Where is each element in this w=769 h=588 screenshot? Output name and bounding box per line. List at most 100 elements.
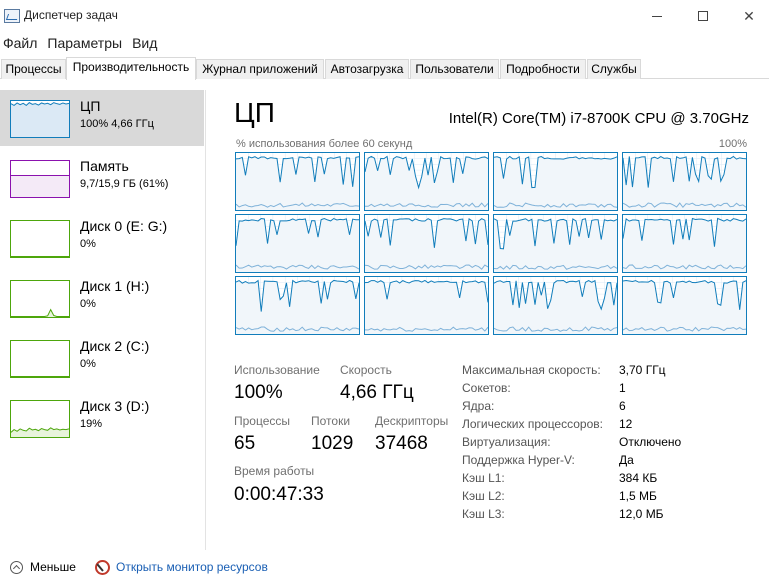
cpu-core-graph [493,214,618,273]
menu-options[interactable]: Параметры [43,32,128,54]
spec-value: 1 [619,381,626,395]
cpu-core-svg [494,277,617,334]
menu-view[interactable]: Вид [128,32,163,54]
tab-users[interactable]: Пользователи [410,59,499,79]
cpu-core-svg [236,277,359,334]
chevron-up-icon[interactable] [10,561,23,574]
graph-caption: % использования более 60 секунд [236,138,413,150]
cpu-core-graphs[interactable] [235,152,748,338]
spec-value: 12,0 МБ [619,507,664,521]
spec-label: Логических процессоров: [462,417,603,431]
menu-bar: Файл Параметры Вид [0,32,163,54]
trace-area [236,218,359,272]
speed-label: Скорость [340,363,392,377]
sidebar-item-label: Память [80,158,129,174]
title-bar: Диспетчер задач ✕ [0,0,769,32]
task-manager-icon [4,9,20,23]
memory-sparkline [10,160,70,198]
trace-area [365,218,488,272]
usage-value: 100% [234,382,283,403]
disk0-sparkline-svg [11,256,69,257]
cpu-core-graph [622,276,747,335]
tab-startup[interactable]: Автозагрузка [325,59,409,79]
spec-value: Да [619,453,634,467]
disk3-sparkline-svg [11,427,69,437]
sidebar-item-label: Диск 0 (E: G:) [80,218,168,234]
cpu-core-graph [622,152,747,211]
spec-label: Ядра: [462,399,495,413]
spec-value: Отключено [619,435,682,449]
sidebar-item-value: 0% [80,238,96,250]
trace-area [236,280,359,334]
spec-value: 3,70 ГГц [619,363,666,377]
spec-label: Кэш L3: [462,507,505,521]
tab-app-history[interactable]: Журнал приложений [196,59,324,79]
disk2-sparkline [10,340,70,378]
sidebar-item-label: Диск 2 (C:) [80,338,150,354]
trace-area [11,102,69,137]
sidebar-item-value: 100% 4,66 ГГц [80,118,154,130]
processes-label: Процессы [234,414,291,428]
menu-file[interactable]: Файл [0,32,43,54]
sidebar-item-value: 0% [80,298,96,310]
cpu-core-svg [494,215,617,272]
spec-label: Сокетов: [462,381,511,395]
resource-monitor-icon [95,560,110,575]
processes-value: 65 [234,433,256,454]
sidebar-item-value: 19% [80,418,103,430]
cpu-core-svg [236,215,359,272]
cpu-core-svg [494,153,617,210]
trace-area [365,280,488,334]
trace-area [623,280,746,334]
sidebar-item-disk1[interactable]: Диск 1 (H:) 0% [0,270,204,326]
usage-label: Использование [234,363,320,377]
sidebar-item-cpu[interactable]: ЦП 100% 4,66 ГГц [0,90,204,146]
sidebar-item-disk3[interactable]: Диск 3 (D:) 19% [0,390,204,446]
footer: Меньше Открыть монитор ресурсов [0,554,769,588]
cpu-sparkline [10,100,70,138]
sidebar-item-disk2[interactable]: Диск 2 (C:) 0% [0,330,204,386]
disk3-sparkline [10,400,70,438]
spec-label: Кэш L1: [462,471,505,485]
cpu-core-svg [236,153,359,210]
cpu-core-graph [235,152,360,211]
spec-value: 6 [619,399,626,413]
sidebar-item-value: 0% [80,358,96,370]
open-resource-monitor-link[interactable]: Открыть монитор ресурсов [116,560,268,574]
sidebar-item-memory[interactable]: Память 9,7/15,9 ГБ (61%) [0,150,204,206]
tab-details[interactable]: Подробности [500,59,586,79]
disk1-sparkline-svg [11,308,69,317]
cpu-core-graph [364,152,489,211]
cpu-core-svg [365,215,488,272]
window-title: Диспетчер задач [24,8,118,22]
cpu-core-svg [365,277,488,334]
cpu-core-graph [364,276,489,335]
cpu-core-graph [235,276,360,335]
spec-label: Поддержка Hyper-V: [462,453,575,467]
cpu-core-graph [364,214,489,273]
tab-performance[interactable]: Производительность [66,57,196,80]
threads-value: 1029 [311,433,354,454]
disk0-sparkline [10,220,70,258]
minimize-button[interactable] [634,0,680,32]
sidebar-item-label: Диск 3 (D:) [80,398,150,414]
tab-services[interactable]: Службы [587,59,641,79]
trace-line [11,308,69,317]
spec-label: Виртуализация: [462,435,551,449]
trace-area [623,156,746,210]
disk2-sparkline-svg [11,376,69,377]
tab-processes[interactable]: Процессы [1,59,66,79]
sidebar-item-label: Диск 1 (H:) [80,278,150,294]
cpu-core-graph [493,276,618,335]
speed-value: 4,66 ГГц [340,382,414,403]
sidebar-item-disk0[interactable]: Диск 0 (E: G:) 0% [0,210,204,266]
spec-label: Кэш L2: [462,489,505,503]
spec-value: 384 КБ [619,471,658,485]
minimize-icon [652,15,662,17]
fewer-details-button[interactable]: Меньше [30,560,76,574]
graph-max-label: 100% [718,138,747,150]
close-button[interactable]: ✕ [726,0,769,32]
maximize-button[interactable] [680,0,726,32]
disk1-sparkline [10,280,70,318]
threads-label: Потоки [311,414,351,428]
